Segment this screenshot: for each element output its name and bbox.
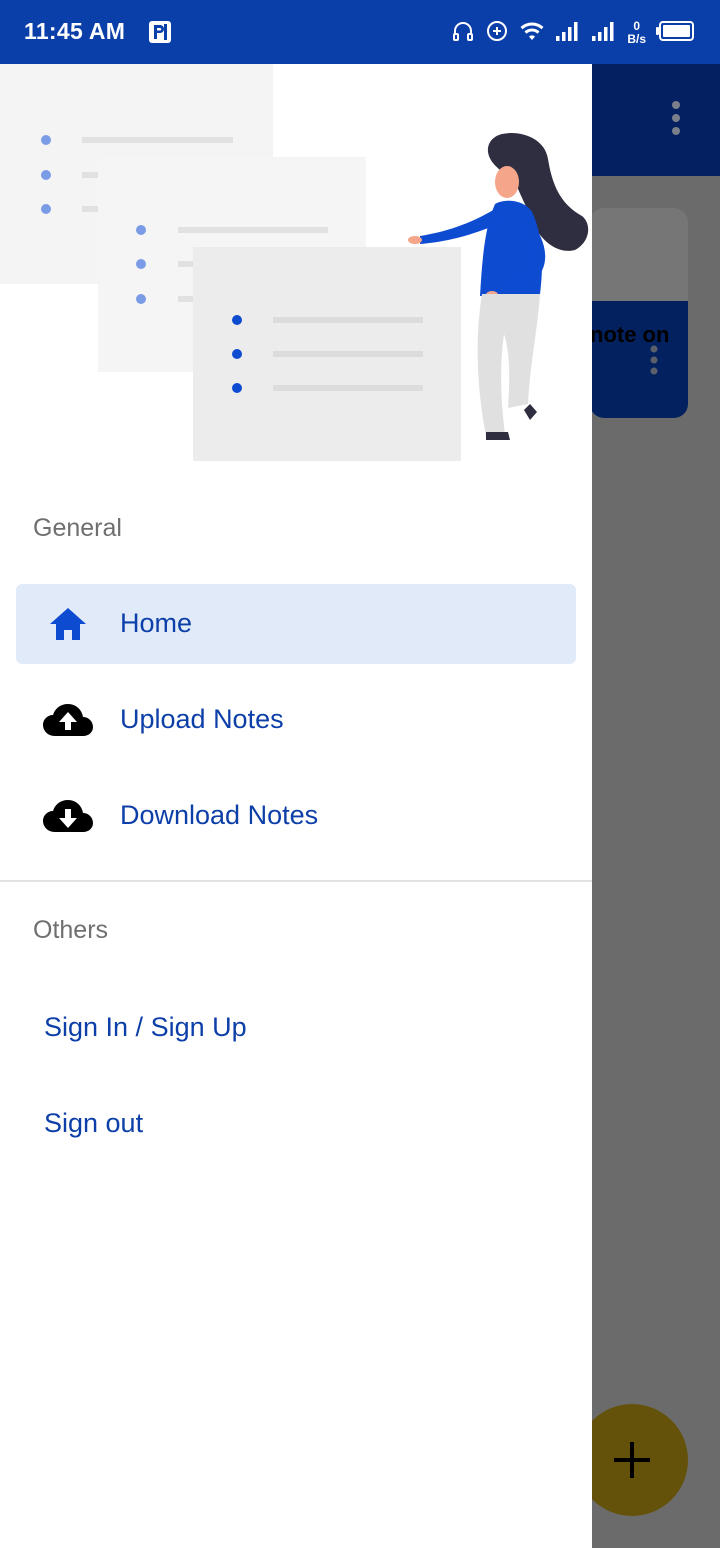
home-icon [42, 604, 94, 644]
add-note-fab[interactable] [576, 1404, 688, 1516]
nav-item-label: Sign out [44, 1108, 144, 1138]
nav-item-sign-in[interactable]: Sign In / Sign Up [16, 988, 576, 1068]
nav-item-sign-out[interactable]: Sign out [16, 1084, 576, 1164]
signal-1-icon [555, 20, 581, 47]
headset-icon [451, 19, 475, 48]
parking-app-icon [148, 20, 172, 49]
background-note-card[interactable]: note on [590, 208, 688, 418]
nav-item-label: Home [120, 608, 193, 638]
nav-item-download-notes[interactable]: Download Notes [16, 776, 576, 856]
navigation-drawer: General Home Upload Notes Download Notes… [0, 64, 592, 1548]
cloud-upload-icon [42, 700, 94, 740]
section-title-others: Others [33, 916, 109, 944]
nav-item-upload-notes[interactable]: Upload Notes [16, 680, 576, 760]
more-vert-icon[interactable] [668, 100, 684, 145]
status-time: 11:45 AM [24, 18, 126, 44]
nav-item-label: Download Notes [120, 800, 319, 830]
data-saver-icon [485, 19, 509, 48]
signal-2-icon [591, 20, 617, 47]
nav-item-label: Upload Notes [120, 704, 284, 734]
plus-icon [614, 1442, 650, 1483]
nav-item-label: Sign In / Sign Up [44, 1012, 247, 1042]
section-title-general: General [33, 514, 122, 542]
status-bar: 11:45 AM 0 B/s [0, 0, 720, 64]
cloud-download-icon [42, 796, 94, 836]
battery-icon [656, 20, 696, 47]
background-note-card-footer [590, 301, 688, 418]
nav-item-home[interactable]: Home [16, 584, 576, 664]
wifi-icon [519, 20, 545, 47]
notes-illustration [0, 64, 589, 461]
network-speed: 0 B/s [627, 19, 646, 46]
drawer-divider [0, 880, 592, 882]
card-more-vert-icon[interactable] [649, 344, 659, 385]
